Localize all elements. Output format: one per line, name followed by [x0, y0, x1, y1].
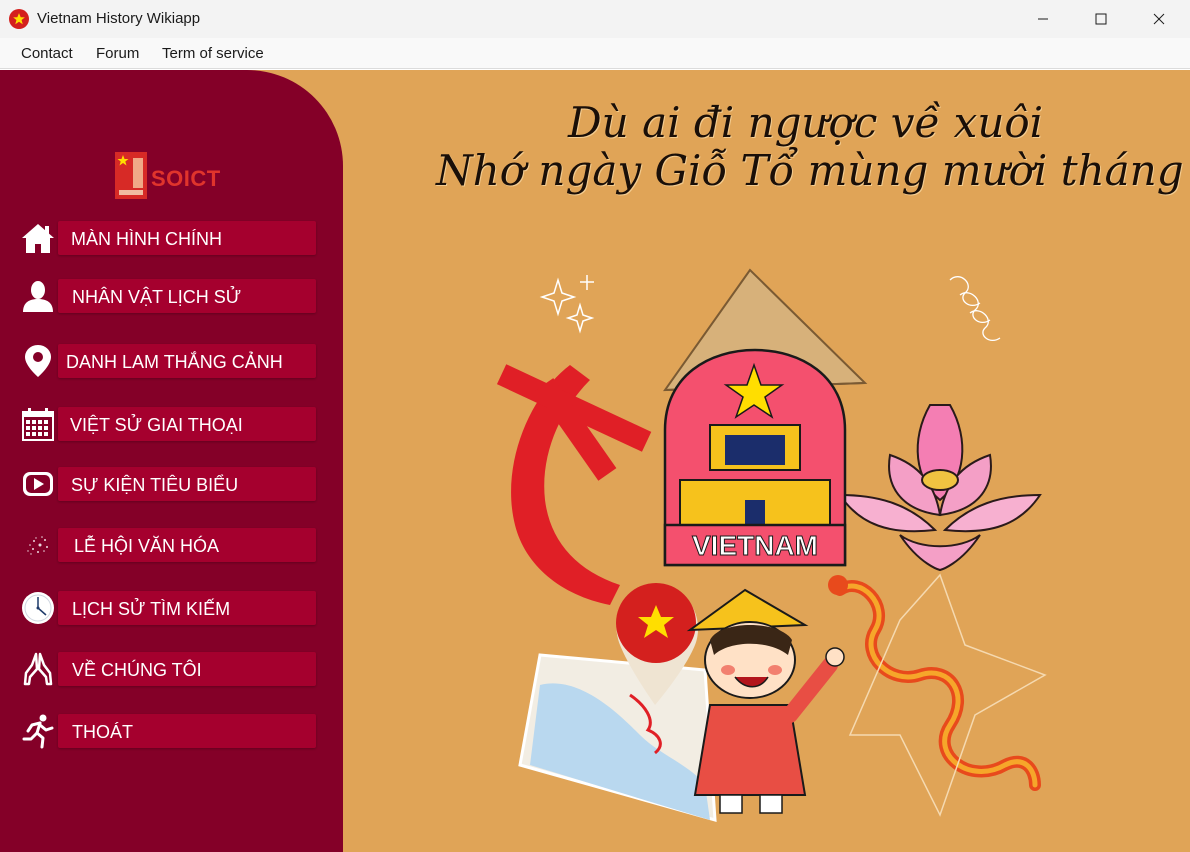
praying-hands-icon [18, 650, 58, 688]
home-icon [18, 219, 58, 257]
close-icon [1153, 13, 1165, 25]
sidebar-item-exit[interactable]: THOÁT [18, 711, 318, 751]
minimize-icon [1038, 18, 1048, 20]
sidebar-item-home[interactable]: MÀN HÌNH CHÍNH [18, 218, 318, 258]
nav-label: LỄ HỘI VĂN HÓA [74, 536, 220, 556]
swirl-decoration [949, 276, 1001, 342]
poem-line-2: Nhớ ngày Giỗ Tổ mùng mười tháng ba [436, 146, 1190, 195]
person-icon [18, 277, 58, 315]
app-flag-icon [9, 9, 29, 29]
sidebar-item-about-us[interactable]: VỀ CHÚNG TÔI [18, 649, 318, 689]
location-pin-icon [18, 342, 58, 380]
sidebar-item-festivals[interactable]: LỄ HỘI VĂN HÓA [18, 525, 318, 565]
nav-label: DANH LAM THẮNG CẢNH [66, 352, 283, 372]
menu-bar: Contact Forum Term of service [0, 38, 1190, 69]
vietnam-badge: VIETNAM [663, 348, 847, 567]
poem-line-1: Dù ai đi ngược về xuôi [568, 98, 1044, 147]
nav-label: LỊCH SỬ TÌM KIẾM [72, 599, 231, 619]
maximize-button[interactable] [1072, 0, 1130, 38]
badge-text: VIETNAM [692, 530, 818, 561]
lotus-icon [838, 404, 1042, 572]
nav-label: THOÁT [72, 722, 133, 742]
sparkle-icon [539, 275, 595, 334]
minimize-button[interactable] [1014, 0, 1072, 38]
university-emblem-icon [115, 152, 147, 199]
hammer-sickle-icon [496, 364, 652, 605]
dragon-icon [828, 575, 1041, 791]
sidebar-item-events[interactable]: SỰ KIỆN TIÊU BIỂU [18, 464, 318, 504]
logo-text: SOICT [151, 166, 221, 191]
nav-label: VIỆT SỬ GIAI THOẠI [70, 415, 243, 435]
sidebar-item-historical-figures[interactable]: NHÂN VẬT LỊCH SỬ [18, 276, 318, 316]
running-man-icon [18, 712, 58, 750]
nav-label: MÀN HÌNH CHÍNH [71, 229, 222, 249]
nav-label: NHÂN VẬT LỊCH SỬ [72, 287, 242, 307]
sidebar-item-search-history[interactable]: LỊCH SỬ TÌM KIẾM [18, 588, 318, 628]
video-play-icon [18, 465, 58, 503]
map-icon [518, 583, 717, 823]
window-title: Vietnam History Wikiapp [37, 10, 201, 27]
nav-label: SỰ KIỆN TIÊU BIỂU [71, 475, 239, 495]
maximize-icon [1095, 13, 1107, 25]
close-button[interactable] [1130, 0, 1188, 38]
menu-contact[interactable]: Contact [21, 45, 73, 62]
title-bar: Vietnam History Wikiapp [0, 0, 1190, 38]
sidebar-item-landscapes[interactable]: DANH LAM THẮNG CẢNH [18, 341, 318, 381]
calendar-icon [18, 405, 58, 443]
vietnam-illustration: VIETNAM [496, 268, 1047, 823]
main-area: SOICT MÀN HÌNH CHÍNH NHÂN VẬT LỊCH SỬ DA… [0, 70, 1190, 852]
sidebar: SOICT MÀN HÌNH CHÍNH NHÂN VẬT LỊCH SỬ DA… [0, 70, 343, 852]
menu-term-of-service[interactable]: Term of service [162, 45, 264, 62]
nav-label: VỀ CHÚNG TÔI [72, 660, 202, 680]
clock-icon [18, 589, 58, 627]
child-character [686, 588, 845, 814]
menu-forum[interactable]: Forum [96, 45, 139, 62]
fireworks-icon [18, 526, 58, 564]
sidebar-item-anecdotes[interactable]: VIỆT SỬ GIAI THOẠI [18, 404, 318, 444]
soict-logo: SOICT [115, 152, 233, 200]
